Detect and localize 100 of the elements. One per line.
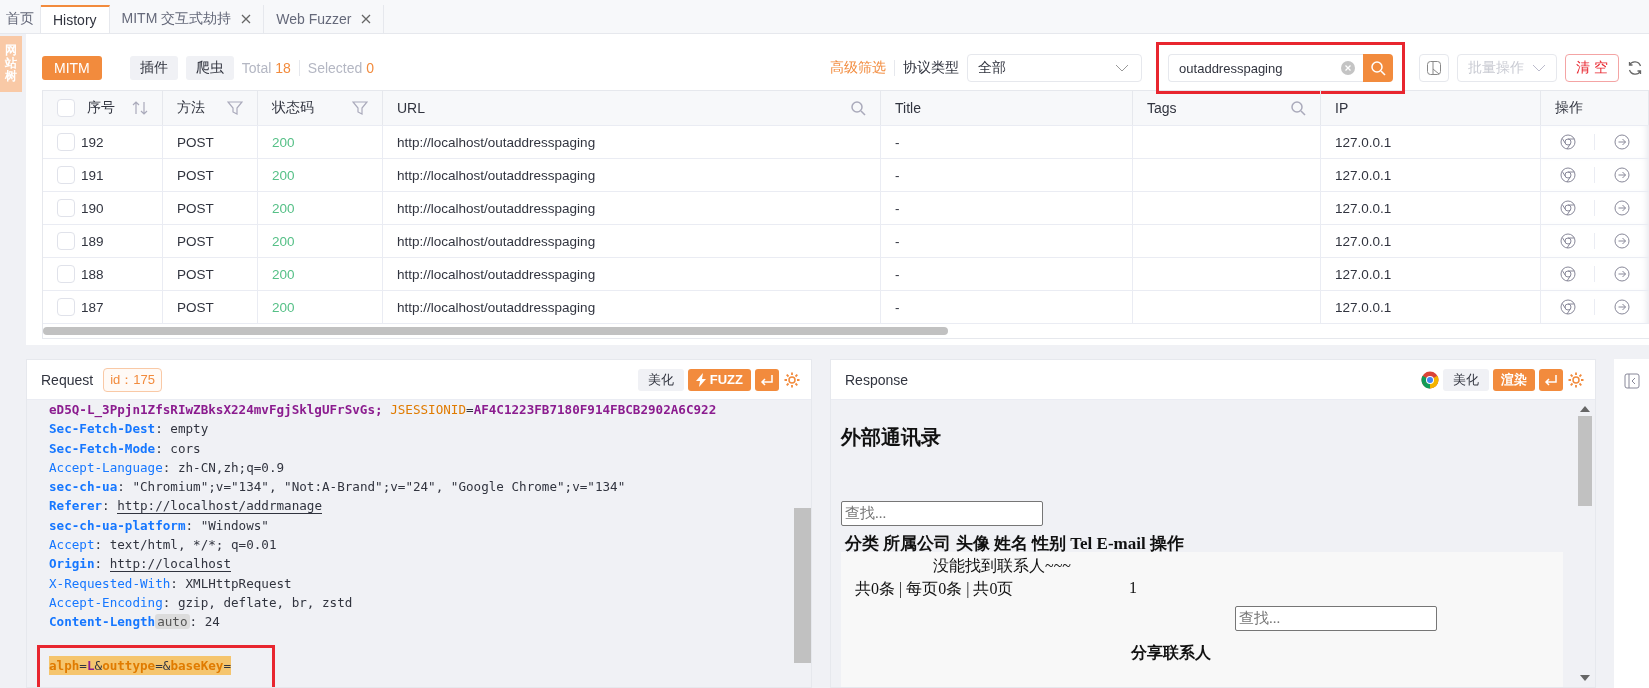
column-header: 序号 [43, 91, 163, 125]
scrollbar-thumb[interactable] [794, 508, 811, 663]
scroll-down-icon [1580, 675, 1590, 681]
column-header: 操作 [1541, 91, 1649, 125]
panel-title: Request [41, 371, 94, 388]
clear-icon[interactable] [1341, 61, 1356, 75]
clear-button[interactable]: 清 空 [1565, 54, 1619, 82]
page-heading: 外部通讯录 [841, 425, 942, 450]
table-cell: 200 [258, 126, 383, 158]
table-cell: 190 [81, 200, 104, 216]
table-cell: 127.0.0.1 [1321, 159, 1541, 191]
code-line: sec-ch-ua: "Chromium";v="134", "Not:A-Brand";v="24", "Google Chrome";v="134" [49, 478, 626, 497]
search-icon[interactable] [1370, 60, 1387, 76]
table-cell: 187 [81, 299, 104, 315]
chrome-icon[interactable] [1560, 266, 1577, 282]
wrap-button[interactable] [1539, 368, 1563, 391]
tab[interactable]: History [41, 5, 110, 33]
search-button[interactable] [1363, 54, 1394, 82]
checkbox[interactable] [57, 99, 75, 117]
search-input[interactable]: 查找... [1235, 606, 1437, 631]
table-cell: 127.0.0.1 [1321, 225, 1541, 257]
checkbox[interactable] [57, 166, 75, 184]
arrow-right-icon[interactable] [1613, 299, 1630, 315]
beautify-button[interactable]: 美化 [1443, 368, 1489, 391]
checkbox[interactable] [57, 232, 75, 250]
code-line: Origin: http://localhost [49, 555, 231, 574]
chrome-logo-icon[interactable] [1421, 370, 1439, 389]
table-cell: POST [163, 159, 258, 191]
chrome-icon[interactable] [1560, 299, 1577, 315]
selected-count: Selected 0 [307, 60, 374, 76]
search-field[interactable]: outaddresspaging [1168, 54, 1364, 82]
protocol-select[interactable]: 全部 [967, 54, 1143, 82]
table-header-text: 分类 所属公司 头像 姓名 性别 Tel E-mail 操作 [845, 533, 1185, 555]
table-cell: 191 [81, 167, 104, 183]
protocol-label: 协议类型 [903, 59, 960, 77]
layout-button[interactable] [1419, 54, 1450, 82]
checkbox[interactable] [57, 265, 75, 283]
checkbox[interactable] [57, 298, 75, 316]
table-cell: http://localhost/outaddresspaging [383, 126, 881, 158]
tab[interactable]: Web Fuzzer [264, 5, 385, 33]
arrow-right-icon[interactable] [1613, 200, 1630, 216]
settings-icon[interactable] [783, 370, 801, 389]
scrollbar-thumb[interactable] [43, 327, 948, 335]
scroll-up-icon [1580, 406, 1590, 412]
column-header: IP [1321, 91, 1541, 125]
chrome-icon[interactable] [1560, 233, 1577, 249]
code-line: Accept: text/html, */*; q=0.01 [49, 536, 277, 555]
table-cell: 189 [81, 233, 104, 249]
enter-icon [1544, 373, 1558, 386]
table-cell: 192 [81, 134, 104, 150]
source-button[interactable]: 爬虫 [185, 56, 234, 80]
wrap-button[interactable] [755, 368, 779, 391]
table-cell: 127.0.0.1 [1321, 126, 1541, 158]
table-cell: - [881, 126, 1133, 158]
close-icon[interactable] [241, 14, 252, 24]
code-line: Sec-Fetch-Dest: empty [49, 420, 209, 439]
table-cell: 200 [258, 192, 383, 224]
filter-icon[interactable] [352, 100, 368, 116]
column-header: URL [383, 91, 881, 125]
arrow-right-icon[interactable] [1613, 233, 1630, 249]
close-icon[interactable] [361, 14, 372, 24]
arrow-right-icon[interactable] [1613, 167, 1630, 183]
code-line: Accept-Encoding: gzip, deflate, br, zstd [49, 593, 353, 612]
tab[interactable]: MITM 交互式劫持 [109, 5, 265, 33]
code-line: sec-ch-ua-platform: "Windows" [49, 516, 269, 535]
source-button[interactable]: 插件 [129, 56, 178, 80]
search-input[interactable]: 查找... [841, 501, 1043, 526]
chevron-down-icon [1532, 64, 1547, 72]
table-cell: - [881, 225, 1133, 257]
page-number[interactable]: 1 [1129, 579, 1137, 600]
collapse-icon[interactable] [1623, 373, 1640, 389]
panel-icon [1426, 60, 1443, 76]
search-icon[interactable] [850, 100, 866, 116]
filter-icon[interactable] [227, 100, 243, 116]
table-cell: 127.0.0.1 [1321, 258, 1541, 290]
beautify-button[interactable]: 美化 [637, 368, 684, 391]
table-cell: 200 [258, 225, 383, 257]
table-cell: - [881, 159, 1133, 191]
search-icon[interactable] [1290, 100, 1306, 116]
settings-icon[interactable] [1567, 370, 1585, 389]
column-header: Title [881, 91, 1133, 125]
checkbox[interactable] [57, 133, 75, 151]
code-line: eD5Q-L_3Ppjn1ZfsRIwZBksX224mvFgjSklgUFrSvGs; JSESSIONID=AF4C1223FB7180F914FBCB2902A6C922 [49, 401, 717, 420]
checkbox[interactable] [57, 199, 75, 217]
chrome-icon[interactable] [1560, 167, 1577, 183]
chrome-icon[interactable] [1560, 200, 1577, 216]
chevron-down-icon [1115, 64, 1130, 72]
column-header: Tags [1133, 91, 1321, 125]
table-cell: http://localhost/outaddresspaging [383, 192, 881, 224]
lightning-icon [695, 372, 706, 387]
table-cell: http://localhost/outaddresspaging [383, 225, 881, 257]
table-cell: http://localhost/outaddresspaging [383, 291, 881, 323]
panel-title: Response [845, 371, 909, 388]
arrow-right-icon[interactable] [1613, 134, 1630, 150]
arrow-right-icon[interactable] [1613, 266, 1630, 282]
table-cell: http://localhost/outaddresspaging [383, 258, 881, 290]
scrollbar-thumb[interactable] [1578, 416, 1592, 506]
table-cell: - [881, 258, 1133, 290]
chrome-icon[interactable] [1560, 134, 1577, 150]
refresh-icon[interactable] [1627, 60, 1643, 76]
